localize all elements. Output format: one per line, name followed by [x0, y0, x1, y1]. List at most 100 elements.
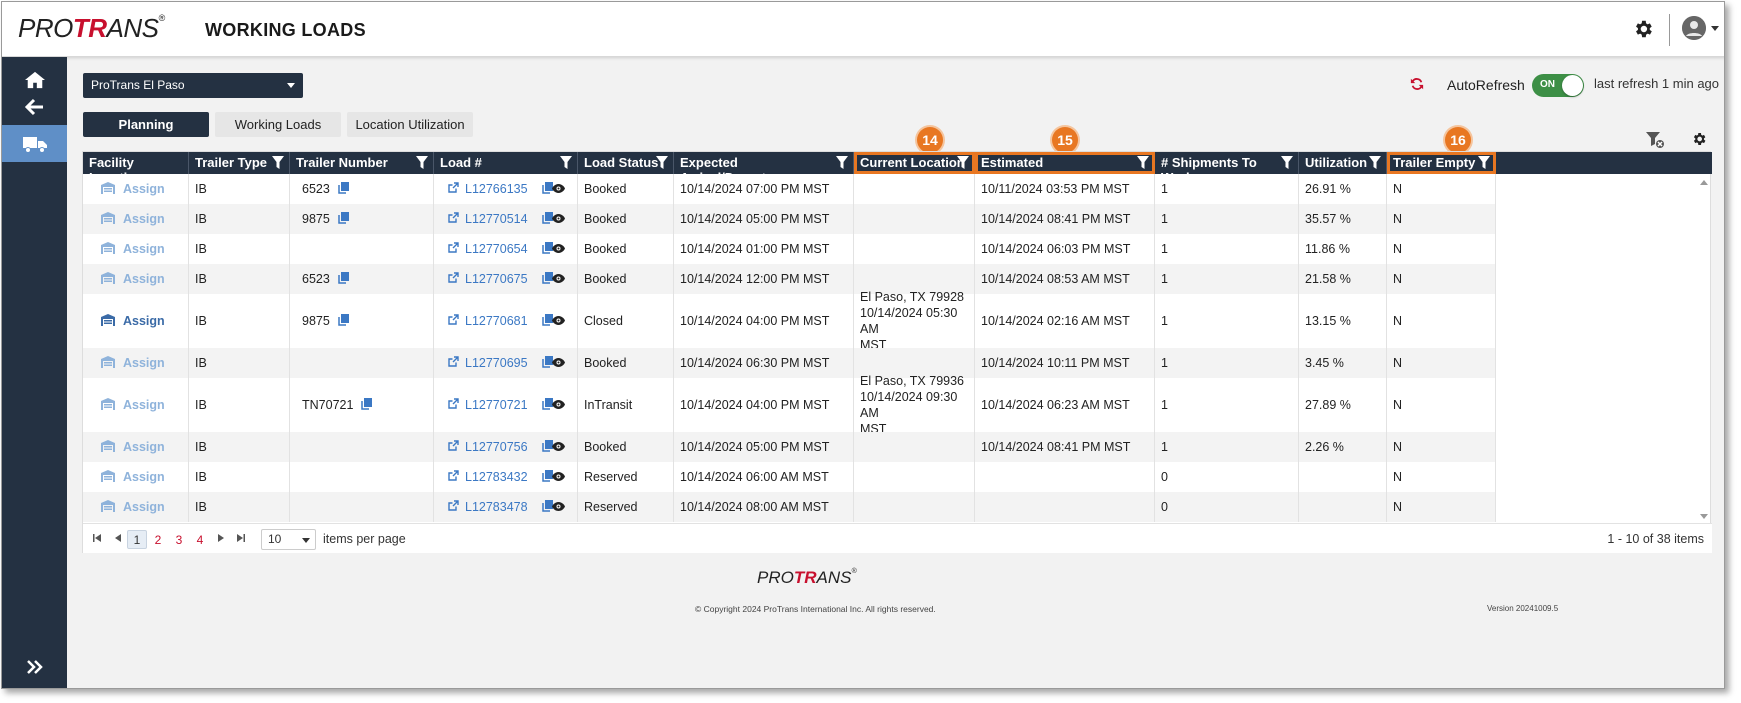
scroll-down-arrow-icon[interactable]	[1700, 514, 1708, 519]
copy-icon[interactable]	[541, 397, 553, 413]
tab-working-loads[interactable]: Working Loads	[215, 112, 341, 137]
copy-icon[interactable]	[541, 211, 553, 227]
table-row[interactable]: Assign IB 6523 L12770675 Booked 10/14/2024 12…	[83, 264, 1496, 294]
table-row[interactable]: Assign IB 6523 L12766135 Booked 10/14/2024 07…	[83, 174, 1496, 204]
load-number-link[interactable]: L12783432	[448, 470, 528, 484]
eye-icon[interactable]	[552, 182, 565, 196]
page-4-button[interactable]: 4	[190, 530, 210, 549]
assign-button[interactable]: Assign	[101, 181, 165, 197]
column-header-expected-arrival[interactable]: Expected Arrival/Departure	[674, 152, 854, 185]
protrans-logo[interactable]: PROTRANS®	[18, 13, 165, 44]
column-header-load-number[interactable]: Load #	[434, 152, 578, 174]
settings-gear-icon[interactable]	[1632, 18, 1654, 40]
page-3-button[interactable]: 3	[169, 530, 189, 549]
user-avatar-icon[interactable]	[1682, 16, 1706, 40]
eye-icon[interactable]	[552, 398, 565, 412]
assign-button[interactable]: Assign	[101, 499, 165, 515]
user-menu-chevron-down-icon[interactable]	[1711, 26, 1719, 31]
load-number-link[interactable]: L12783478	[448, 500, 528, 514]
eye-icon[interactable]	[552, 314, 565, 328]
copy-icon[interactable]	[541, 271, 553, 287]
assign-button[interactable]: Assign	[101, 241, 165, 257]
copy-icon[interactable]	[541, 439, 553, 455]
eye-icon[interactable]	[552, 356, 565, 370]
copy-icon[interactable]	[338, 211, 349, 227]
table-row[interactable]: Assign IB L12783432 Reserved 10/14/2024 06:0…	[83, 462, 1496, 492]
load-number-link[interactable]: L12770721	[448, 398, 528, 412]
assign-button[interactable]: Assign	[101, 397, 165, 413]
column-header-trailer-number[interactable]: Trailer Number	[290, 152, 434, 174]
load-number-link[interactable]: L12770695	[448, 356, 528, 370]
refresh-icon[interactable]	[1410, 77, 1424, 96]
eye-icon[interactable]	[552, 500, 565, 514]
copy-icon[interactable]	[338, 271, 349, 287]
tab-planning[interactable]: Planning	[83, 112, 209, 137]
eye-icon[interactable]	[552, 242, 565, 256]
grid-settings-gear-icon[interactable]	[1691, 131, 1707, 152]
copy-icon[interactable]	[541, 499, 553, 515]
sidebar-item-loads[interactable]	[2, 125, 67, 162]
table-row[interactable]: Assign IB L12770695 Booked 10/14/2024 06:30 …	[83, 348, 1496, 378]
assign-button[interactable]: Assign	[101, 313, 165, 329]
table-row[interactable]: Assign IB TN70721 L12770721 InTransit 10/14/2…	[83, 374, 1496, 436]
copy-icon[interactable]	[541, 355, 553, 371]
copy-icon[interactable]	[361, 397, 373, 413]
back-arrow-icon[interactable]	[2, 87, 67, 127]
facility-select[interactable]: ProTrans El Paso	[83, 73, 303, 98]
filter-icon[interactable]	[1137, 156, 1149, 169]
column-header-shipments-to-work[interactable]: # Shipments To Work	[1155, 152, 1299, 185]
filter-icon[interactable]	[1281, 156, 1293, 169]
column-header-utilization[interactable]: Utilization	[1299, 152, 1387, 174]
column-header-estimated-arrival[interactable]: Estimated Arrival/Departure	[975, 152, 1155, 185]
column-header-current-location[interactable]: Current Location	[854, 152, 975, 174]
expand-sidebar-chevrons-icon[interactable]	[2, 650, 67, 684]
scroll-up-arrow-icon[interactable]	[1700, 180, 1708, 185]
tab-location-utilization[interactable]: Location Utilization	[347, 112, 473, 137]
column-header-trailer-type[interactable]: Trailer Type	[189, 152, 290, 174]
filter-icon[interactable]	[1478, 156, 1490, 169]
load-number-link[interactable]: L12770675	[448, 272, 528, 286]
eye-icon[interactable]	[552, 470, 565, 484]
load-number-link[interactable]: L12770756	[448, 440, 528, 454]
filter-icon[interactable]	[272, 156, 284, 169]
filter-icon[interactable]	[656, 156, 668, 169]
copy-icon[interactable]	[541, 181, 553, 197]
column-header-load-status[interactable]: Load Status	[578, 152, 674, 174]
table-row[interactable]: Assign IB L12770756 Booked 10/14/2024 05:00 …	[83, 432, 1496, 462]
eye-icon[interactable]	[552, 212, 565, 226]
load-number-link[interactable]: L12770681	[448, 314, 528, 328]
assign-button[interactable]: Assign	[101, 271, 165, 287]
assign-button[interactable]: Assign	[101, 355, 165, 371]
autorefresh-toggle[interactable]: ON	[1532, 74, 1584, 97]
next-page-icon[interactable]	[216, 533, 226, 543]
last-page-icon[interactable]	[236, 533, 246, 543]
page-1-button[interactable]: 1	[127, 530, 147, 549]
filter-icon[interactable]	[560, 156, 572, 169]
table-row[interactable]: Assign IB 9875 L12770514 Booked 10/14/2024 05…	[83, 204, 1496, 234]
assign-button[interactable]: Assign	[101, 439, 165, 455]
filter-icon[interactable]	[836, 156, 848, 169]
copy-icon[interactable]	[338, 181, 349, 197]
eye-icon[interactable]	[552, 440, 565, 454]
load-number-link[interactable]: L12770514	[448, 212, 528, 226]
column-header-trailer-empty[interactable]: Trailer Empty	[1387, 152, 1496, 174]
vertical-scrollbar[interactable]	[1526, 174, 1712, 523]
eye-icon[interactable]	[552, 272, 565, 286]
assign-button[interactable]: Assign	[101, 469, 165, 485]
copy-icon[interactable]	[541, 469, 553, 485]
table-row[interactable]: Assign IB L12770654 Booked 10/14/2024 01:00 …	[83, 234, 1496, 264]
copy-icon[interactable]	[541, 313, 553, 329]
page-size-select[interactable]: 10	[261, 529, 316, 550]
copy-icon[interactable]	[541, 241, 553, 257]
table-row[interactable]: Assign IB L12783478 Reserved 10/14/2024 08:0…	[83, 492, 1496, 522]
load-number-link[interactable]: L12770654	[448, 242, 528, 256]
previous-page-icon[interactable]	[113, 533, 123, 543]
column-header-facility-location[interactable]: Facility Location	[83, 152, 189, 185]
load-number-link[interactable]: L12766135	[448, 182, 528, 196]
filter-icon[interactable]	[416, 156, 428, 169]
copy-icon[interactable]	[338, 313, 349, 329]
assign-button[interactable]: Assign	[101, 211, 165, 227]
first-page-icon[interactable]	[92, 533, 102, 543]
table-row[interactable]: Assign IB 9875 L12770681 Closed 10/14/2024 04…	[83, 290, 1496, 352]
filter-icon[interactable]	[1369, 156, 1381, 169]
